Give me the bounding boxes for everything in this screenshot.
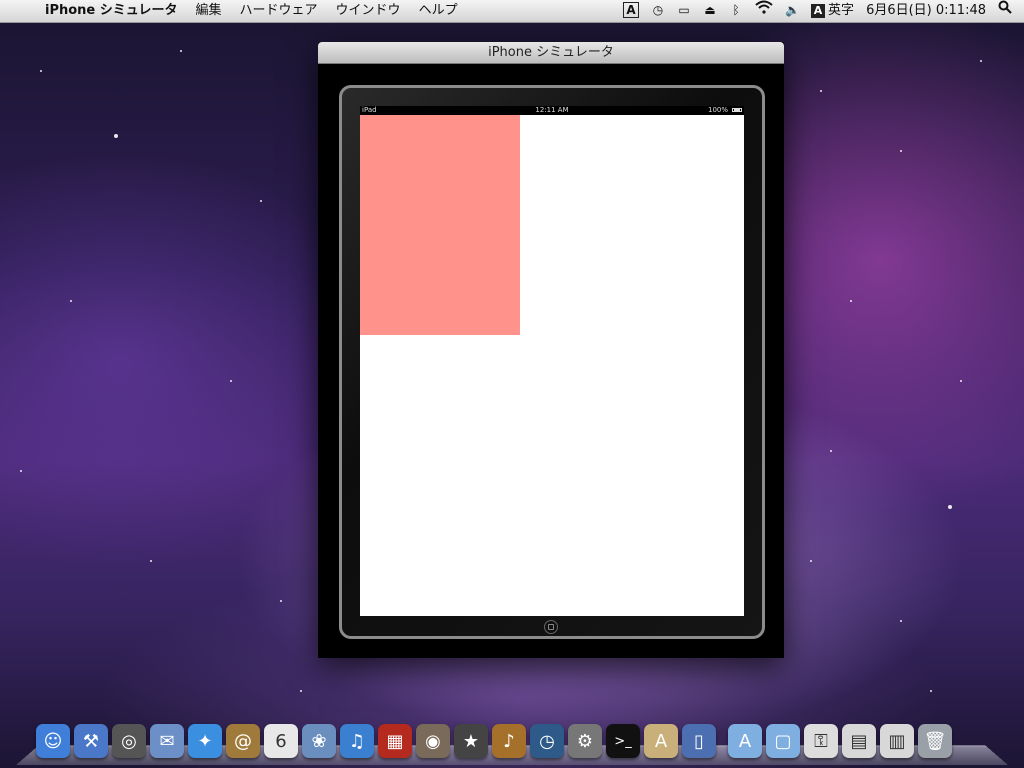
itunes-icon[interactable]: ♫ (340, 724, 374, 758)
simulator-icon[interactable]: ▯ (682, 724, 716, 758)
accessibility-icon[interactable]: A (617, 0, 645, 22)
time-machine-icon[interactable]: ◷ (530, 724, 564, 758)
imovie-icon[interactable]: ★ (454, 724, 488, 758)
device-time: 12:11 AM (535, 106, 569, 114)
ipad-bezel: iPad 12:11 AM 100% (339, 85, 765, 639)
menu-extras: A ◷ ▭ ⏏ ᛒ 🔈 A 英字 6月6日(日) 0:11:48 (617, 0, 1024, 22)
menu-edit[interactable]: 編集 (187, 0, 231, 22)
home-button[interactable] (544, 620, 558, 634)
spotlight-search-icon[interactable] (992, 0, 1024, 22)
red-rectangle-view (360, 115, 520, 335)
interface-builder-icon[interactable]: A (644, 724, 678, 758)
menu-window[interactable]: ウインドウ (327, 0, 410, 22)
terminal-icon[interactable]: >_ (606, 724, 640, 758)
volume-icon[interactable]: 🔈 (779, 0, 805, 22)
archive-icon[interactable]: ⚿ (804, 724, 838, 758)
downloads-stack-icon[interactable]: ▤ (842, 724, 876, 758)
menu-app-name[interactable]: iPhone シミュレータ (36, 0, 187, 22)
window-title[interactable]: iPhone シミュレータ (318, 42, 784, 64)
wifi-icon[interactable] (749, 0, 779, 22)
eject-icon[interactable]: ⏏ (697, 0, 723, 22)
instruments-icon[interactable]: ◎ (112, 724, 146, 758)
mail-icon[interactable]: ✉ (150, 724, 184, 758)
display-icon[interactable]: ▭ (671, 0, 697, 22)
input-method-label: 英字 (828, 3, 855, 18)
xcode-icon[interactable]: ⚒ (74, 724, 108, 758)
ipad-screen[interactable]: iPad 12:11 AM 100% (360, 106, 744, 616)
menu-help[interactable]: ヘルプ (410, 0, 467, 22)
ios-status-bar: iPad 12:11 AM 100% (360, 106, 744, 115)
input-method-icon: A (811, 4, 826, 18)
image-capture-icon[interactable]: ◉ (416, 724, 450, 758)
documents-folder-icon[interactable]: ▢ (766, 724, 800, 758)
photo-booth-icon[interactable]: ▦ (378, 724, 412, 758)
garageband-icon[interactable]: ♪ (492, 724, 526, 758)
safari-icon[interactable]: ✦ (188, 724, 222, 758)
battery-percentage: 100% (707, 106, 728, 114)
simulator-window: iPhone シミュレータ iPad 12:11 AM 100% (318, 42, 784, 658)
address-book-icon[interactable]: @ (226, 724, 260, 758)
trash-icon[interactable]: 🗑 (918, 724, 952, 758)
iphoto-icon[interactable]: ❀ (302, 724, 336, 758)
system-preferences-icon[interactable]: ⚙ (568, 724, 602, 758)
bluetooth-icon[interactable]: ᛒ (723, 0, 749, 22)
finder-icon[interactable]: ☺ (36, 724, 70, 758)
dock: ☺ ⚒ ◎ ✉ ✦ @6 ❀ ♫ ▦ ◉ ★ ♪ ◷ ⚙ >_ A ▯ A ▢ ⚿ ▤ ▥ 🗑 (36, 718, 956, 758)
window-stack-icon[interactable]: ▥ (880, 724, 914, 758)
menu-bar: iPhone シミュレータ 編集 ハードウェア ウインドウ ヘルプ A ◷ ▭ … (0, 0, 1024, 23)
time-machine-menu-icon[interactable]: ◷ (645, 0, 671, 22)
clock[interactable]: 6月6日(日) 0:11:48 (860, 0, 992, 22)
menu-hardware[interactable]: ハードウェア (231, 0, 327, 22)
ical-icon[interactable]: 6 (264, 724, 298, 758)
input-method-menu[interactable]: A 英字 (805, 0, 860, 22)
battery-icon (732, 108, 742, 112)
applications-folder-icon[interactable]: A (728, 724, 762, 758)
